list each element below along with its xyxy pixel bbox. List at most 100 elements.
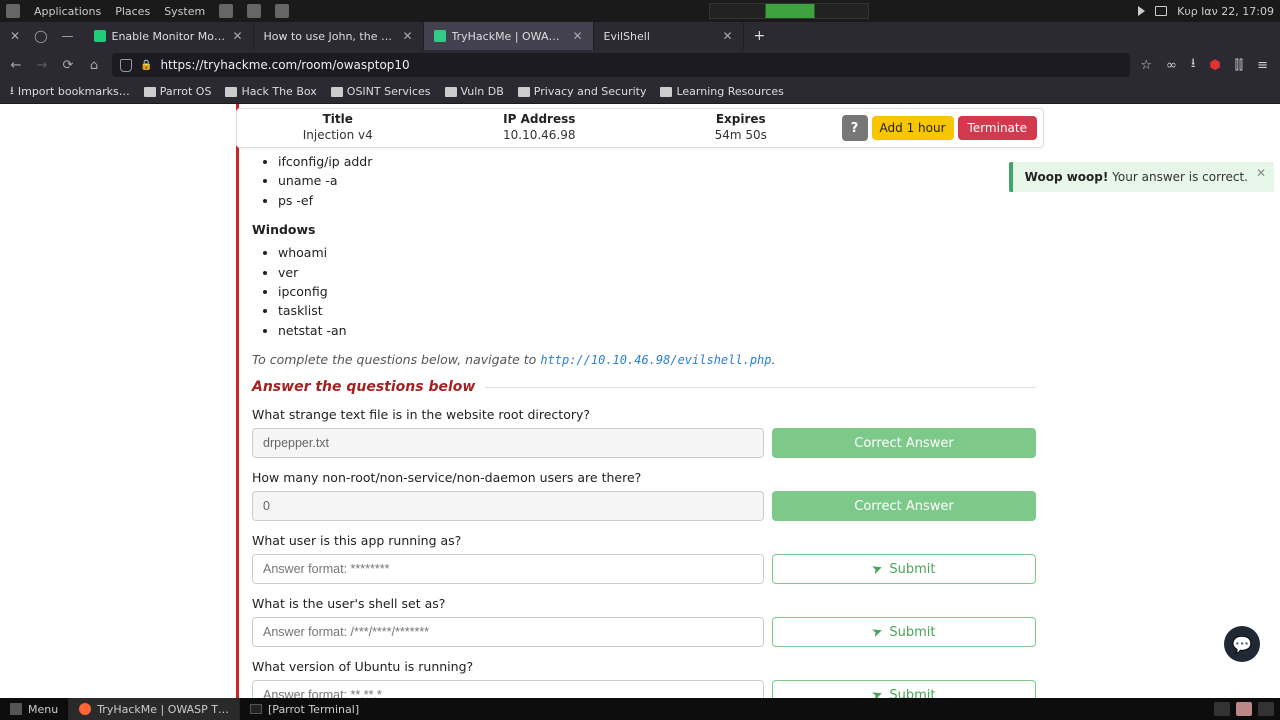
library-icon[interactable]: ⫿⫿ [1235, 58, 1243, 73]
tab-evilshell[interactable]: EvilShell✕ [594, 22, 744, 50]
paper-plane-icon: ➤ [870, 623, 885, 641]
menu-applications[interactable]: Applications [34, 5, 101, 18]
folder-icon [225, 87, 237, 97]
tray-globe-icon[interactable] [219, 4, 233, 18]
forward-icon[interactable]: → [34, 57, 50, 73]
submit-button[interactable]: ➤Submit [772, 680, 1036, 698]
chat-fab[interactable]: 💬 [1224, 626, 1260, 662]
machine-card: TitleInjection v4 IP Address10.10.46.98 … [236, 108, 1044, 148]
menu-system[interactable]: System [164, 5, 205, 18]
bm-htb[interactable]: Hack The Box [225, 85, 316, 98]
answer-input[interactable] [252, 491, 764, 521]
tray-item-icon[interactable] [1258, 702, 1274, 716]
window-close-icon[interactable]: ✕ [10, 29, 20, 43]
favicon-icon [94, 30, 106, 42]
menu-places[interactable]: Places [115, 5, 150, 18]
task-firefox[interactable]: TryHackMe | OWASP T… [68, 698, 239, 720]
paper-plane-icon: ➤ [870, 686, 885, 698]
correct-answer-button: Correct Answer [772, 428, 1036, 458]
tray-shield-icon[interactable] [247, 4, 261, 18]
answer-input[interactable] [252, 680, 764, 698]
machine-expires-label: Expires [640, 112, 842, 128]
tab-john[interactable]: How to use John, the ripp…✕ [254, 22, 424, 50]
instruction-note: To complete the questions below, navigat… [252, 352, 1036, 367]
system-tray [1214, 702, 1280, 716]
extension-vpn-icon[interactable]: ∞ [1166, 58, 1177, 73]
tray-app-icon[interactable] [275, 4, 289, 18]
home-icon[interactable]: ⌂ [86, 57, 102, 73]
machine-ip-value: 10.10.46.98 [439, 128, 641, 144]
windows-heading: Windows [252, 222, 1036, 237]
tray-item-icon[interactable] [1214, 702, 1230, 716]
bm-parrot[interactable]: Parrot OS [144, 85, 212, 98]
window-min-icon[interactable]: — [62, 29, 74, 43]
folder-icon [518, 87, 530, 97]
list-item: ipconfig [278, 282, 1036, 301]
shield-icon[interactable] [120, 59, 132, 72]
toast-title: Woop woop! [1025, 170, 1109, 184]
folder-icon [144, 87, 156, 97]
desktop-top-panel: Applications Places System Κυρ Ιαν 22, 1… [0, 0, 1280, 22]
folder-icon [331, 87, 343, 97]
list-item: ps -ef [278, 191, 1036, 210]
windows-cmd-list: whoami ver ipconfig tasklist netstat -an [278, 243, 1036, 340]
bm-vuln[interactable]: Vuln DB [445, 85, 504, 98]
evilshell-link[interactable]: http://10.10.46.98/evilshell.php [540, 353, 771, 367]
tab-tryhackme[interactable]: TryHackMe | OWASP To…✕ [424, 22, 594, 50]
browser-tab-bar: ✕ ◯ — Enable Monitor Mode in T…✕ How to … [0, 22, 1280, 50]
distro-icon [6, 4, 20, 18]
favicon-icon [434, 30, 446, 42]
question-text: What user is this app running as? [252, 533, 1036, 548]
terminate-button[interactable]: Terminate [958, 116, 1037, 140]
folder-icon [445, 87, 457, 97]
window-max-icon[interactable]: ◯ [34, 29, 47, 43]
answer-input[interactable] [252, 428, 764, 458]
machine-ip-label: IP Address [439, 112, 641, 128]
address-bar[interactable]: 🔒 https://tryhackme.com/room/owasptop10 [112, 53, 1130, 77]
new-tab-button[interactable]: + [744, 22, 776, 50]
back-icon[interactable]: ← [8, 57, 24, 73]
close-icon[interactable]: ✕ [572, 29, 582, 43]
submit-button[interactable]: ➤Submit [772, 554, 1036, 584]
close-icon[interactable]: ✕ [232, 29, 242, 43]
bm-import[interactable]: ⭳Import bookmarks… [10, 82, 130, 101]
list-item: netstat -an [278, 321, 1036, 340]
display-icon[interactable] [1155, 6, 1167, 16]
linux-cmd-list: ifconfig/ip addr uname -a ps -ef [278, 152, 1036, 210]
accent-rule [236, 104, 239, 698]
list-item: whoami [278, 243, 1036, 262]
correct-answer-button: Correct Answer [772, 491, 1036, 521]
list-item: uname -a [278, 171, 1036, 190]
question-text: What strange text file is in the website… [252, 407, 1036, 422]
start-menu-button[interactable]: Menu [0, 703, 68, 716]
menu-icon[interactable]: ≡ [1257, 58, 1268, 73]
help-button[interactable]: ? [842, 115, 868, 141]
terminal-icon [250, 704, 262, 714]
network-graph [709, 3, 869, 19]
task-content: ifconfig/ip addr uname -a ps -ef Windows… [236, 152, 1036, 698]
bm-priv[interactable]: Privacy and Security [518, 85, 647, 98]
close-icon[interactable]: ✕ [402, 29, 412, 43]
add-hour-button[interactable]: Add 1 hour [872, 116, 954, 140]
star-icon[interactable]: ☆ [1140, 58, 1152, 73]
close-icon[interactable]: ✕ [1256, 166, 1266, 180]
answer-input[interactable] [252, 617, 764, 647]
lock-icon[interactable]: 🔒 [140, 60, 152, 71]
extension-icon[interactable]: ⬢ [1209, 58, 1220, 73]
close-icon[interactable]: ✕ [722, 29, 732, 43]
tab-monitor-mode[interactable]: Enable Monitor Mode in T…✕ [84, 22, 254, 50]
submit-button[interactable]: ➤Submit [772, 617, 1036, 647]
tray-item-icon[interactable] [1236, 702, 1252, 716]
page-body: TitleInjection v4 IP Address10.10.46.98 … [0, 104, 1280, 698]
list-item: ver [278, 263, 1036, 282]
task-terminal[interactable]: [Parrot Terminal] [239, 698, 369, 720]
clock[interactable]: Κυρ Ιαν 22, 17:09 [1177, 5, 1274, 18]
bm-learn[interactable]: Learning Resources [660, 85, 783, 98]
answer-input[interactable] [252, 554, 764, 584]
grid-icon [10, 703, 22, 715]
downloads-icon[interactable]: ⭳ [1191, 54, 1196, 76]
reload-icon[interactable]: ⟳ [60, 57, 76, 73]
volume-icon[interactable] [1138, 6, 1145, 16]
bm-osint[interactable]: OSINT Services [331, 85, 431, 98]
question-text: How many non-root/non-service/non-daemon… [252, 470, 1036, 485]
